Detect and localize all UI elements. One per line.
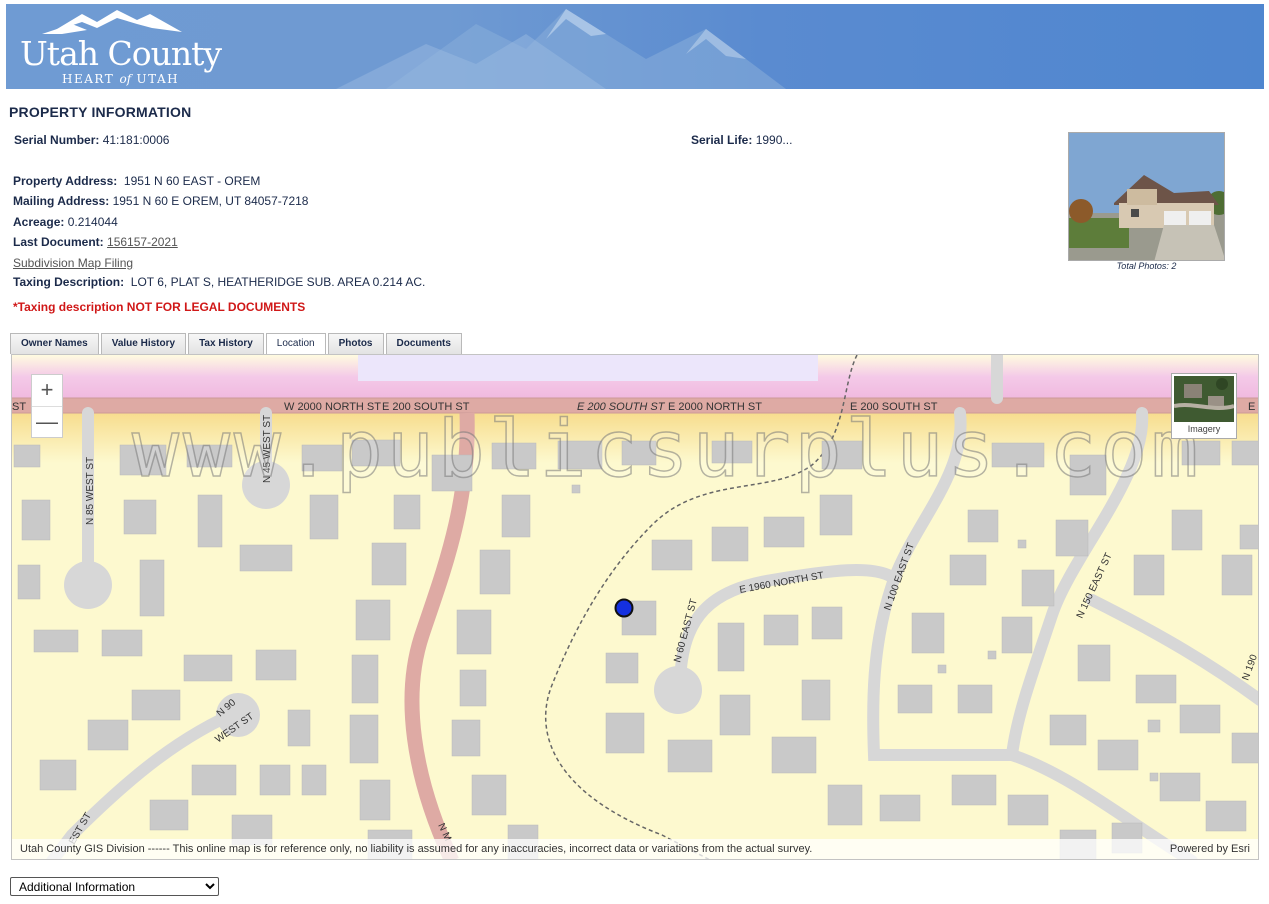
imagery-thumbnail xyxy=(1174,376,1234,422)
parcel-location-marker[interactable] xyxy=(614,598,634,618)
street-label: N 45 WEST ST xyxy=(262,415,273,483)
taxing-description-value: LOT 6, PLAT S, HEATHERIDGE SUB. AREA 0.2… xyxy=(130,275,426,289)
zoom-in-button[interactable]: + xyxy=(32,375,62,406)
legal-warning: *Taxing description NOT FOR LEGAL DOCUME… xyxy=(13,300,306,314)
street-label: E 200 SOUTH ST xyxy=(850,401,938,413)
street-label: E 2000 NORTH ST xyxy=(668,401,762,413)
serial-number-value: 41:181:0006 xyxy=(102,133,170,147)
tab-value-history[interactable]: Value History xyxy=(100,333,187,354)
street-label: E xyxy=(1248,401,1255,413)
tab-tax-history[interactable]: Tax History xyxy=(188,333,264,354)
attribution-text: Utah County GIS Division ------ This onl… xyxy=(20,843,813,855)
property-photo[interactable] xyxy=(1068,132,1225,261)
taxing-description-row: Taxing Description: LOT 6, PLAT S, HEATH… xyxy=(13,275,426,289)
utah-county-logo[interactable]: Utah County HEART of UTAH xyxy=(20,8,222,88)
section-title: PROPERTY INFORMATION xyxy=(9,104,192,120)
additional-info-select[interactable]: Additional Information xyxy=(10,877,219,896)
serial-number-row: Serial Number: 41:181:0006 xyxy=(14,133,170,147)
tab-documents[interactable]: Documents xyxy=(385,333,462,354)
map-attribution: Utah County GIS Division ------ This onl… xyxy=(12,839,1258,859)
acreage-row: Acreage: 0.214044 xyxy=(13,215,118,229)
mailing-address-value: 1951 N 60 E OREM, UT 84057-7218 xyxy=(112,194,309,208)
tab-photos[interactable]: Photos xyxy=(327,333,384,354)
map-canvas[interactable]: W 2000 NORTH ST E 200 SOUTH ST E 200 SOU… xyxy=(12,355,1259,860)
property-address-row: Property Address: 1951 N 60 EAST - OREM xyxy=(13,174,261,188)
tab-bar: Owner Names Value History Tax History Lo… xyxy=(10,333,464,355)
zoom-control: + — xyxy=(31,374,63,438)
logo-title: Utah County xyxy=(20,34,222,73)
header-banner: Utah County HEART of UTAH xyxy=(6,4,1264,89)
total-photos-caption: Total Photos: 2 xyxy=(1116,261,1177,271)
street-label: ST xyxy=(12,401,26,413)
street-label: W 2000 NORTH ST xyxy=(284,401,381,413)
acreage-value: 0.214044 xyxy=(67,215,118,229)
street-label: N 85 WEST ST xyxy=(85,457,96,525)
location-map[interactable]: W 2000 NORTH ST E 200 SOUTH ST E 200 SOU… xyxy=(11,354,1259,860)
imagery-label: Imagery xyxy=(1187,424,1221,434)
street-label: E 200 SOUTH ST xyxy=(382,401,470,413)
tab-owner-names[interactable]: Owner Names xyxy=(10,333,99,354)
last-document-link[interactable]: 156157-2021 xyxy=(107,235,178,249)
tab-location[interactable]: Location xyxy=(265,333,326,355)
street-label: N 190 xyxy=(1240,653,1259,682)
subdivision-row: Subdivision Map Filing xyxy=(13,256,133,270)
zoom-out-button[interactable]: — xyxy=(32,406,62,437)
last-document-row: Last Document: 156157-2021 xyxy=(13,235,178,249)
serial-life-value: 1990... xyxy=(755,133,793,147)
street-label: E 200 SOUTH ST xyxy=(577,401,666,413)
powered-by-esri[interactable]: Powered by Esri xyxy=(1170,839,1250,859)
subdivision-map-link[interactable]: Subdivision Map Filing xyxy=(13,256,133,270)
serial-life-row: Serial Life: 1990... xyxy=(691,133,793,147)
property-address-value: 1951 N 60 EAST - OREM xyxy=(123,174,261,188)
mailing-address-row: Mailing Address: 1951 N 60 E OREM, UT 84… xyxy=(13,194,309,208)
logo-subtitle: HEART of UTAH xyxy=(62,72,180,86)
basemap-toggle-imagery[interactable]: Imagery xyxy=(1171,373,1237,439)
